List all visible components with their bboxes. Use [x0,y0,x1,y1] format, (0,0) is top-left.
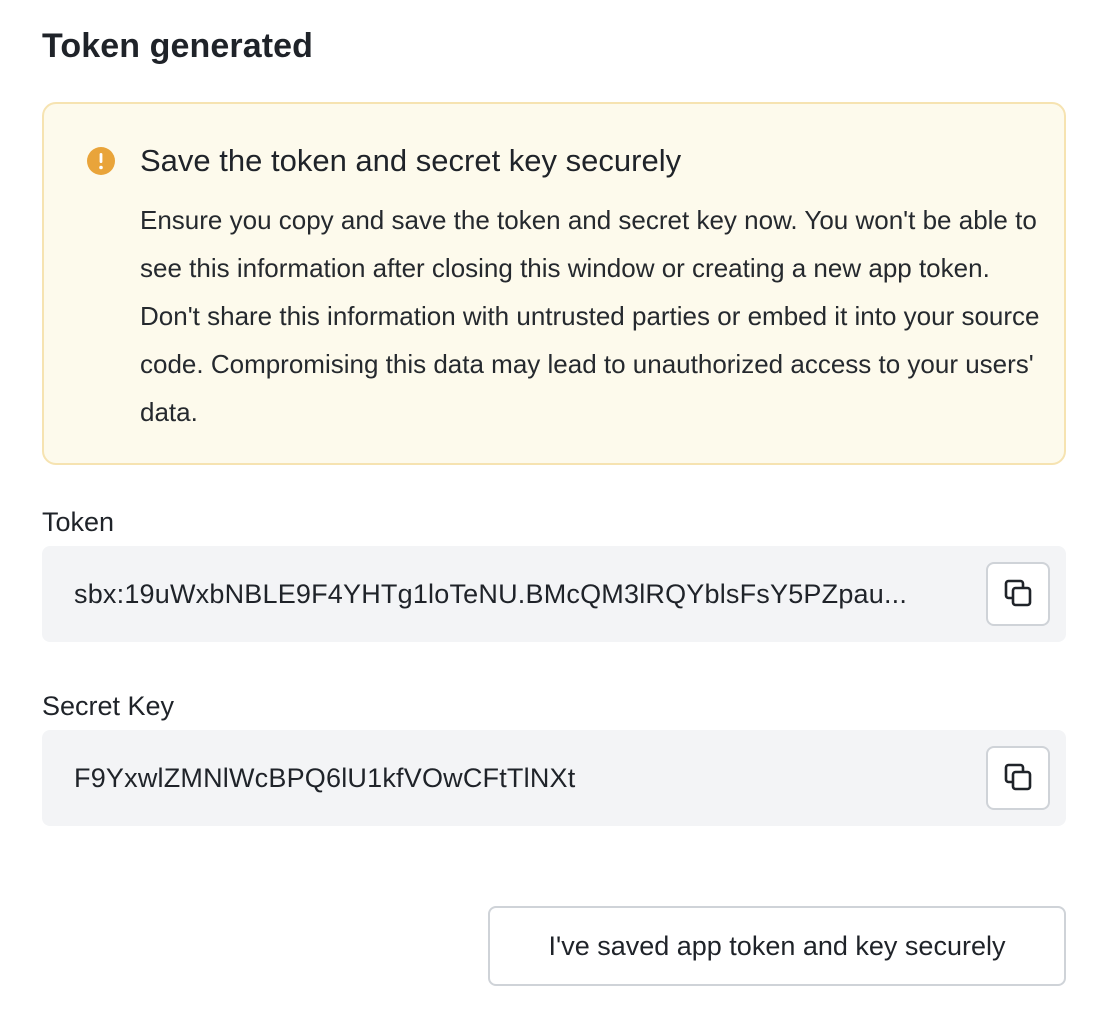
copy-icon [1003,762,1033,795]
alert-title: Save the token and secret key securely [140,143,682,178]
secret-key-value[interactable]: F9YxwlZMNlWcBPQ6lU1kfVOwCFtTlNXt [74,758,954,798]
secret-key-field: F9YxwlZMNlWcBPQ6lU1kfVOwCFtTlNXt [42,730,1066,826]
secret-key-label: Secret Key [42,691,175,721]
security-warning-alert: Save the token and secret key securely E… [42,102,1066,465]
token-label: Token [42,507,115,537]
copy-secret-key-button[interactable] [986,746,1050,810]
alert-body: Ensure you copy and save the token and s… [140,205,1040,427]
confirm-saved-button[interactable]: I've saved app token and key securely [488,906,1066,986]
copy-icon [1003,578,1033,611]
token-field: sbx:19uWxbNBLE9F4YHTg1loTeNU.BMcQM3lRQYb… [42,546,1066,642]
exclamation-circle-icon [87,147,115,175]
copy-token-button[interactable] [986,562,1050,626]
token-value[interactable]: sbx:19uWxbNBLE9F4YHTg1loTeNU.BMcQM3lRQYb… [74,574,954,614]
dialog-title: Token generated [42,27,314,65]
token-generated-dialog: Token generated Save the token and secre… [0,0,1108,1014]
